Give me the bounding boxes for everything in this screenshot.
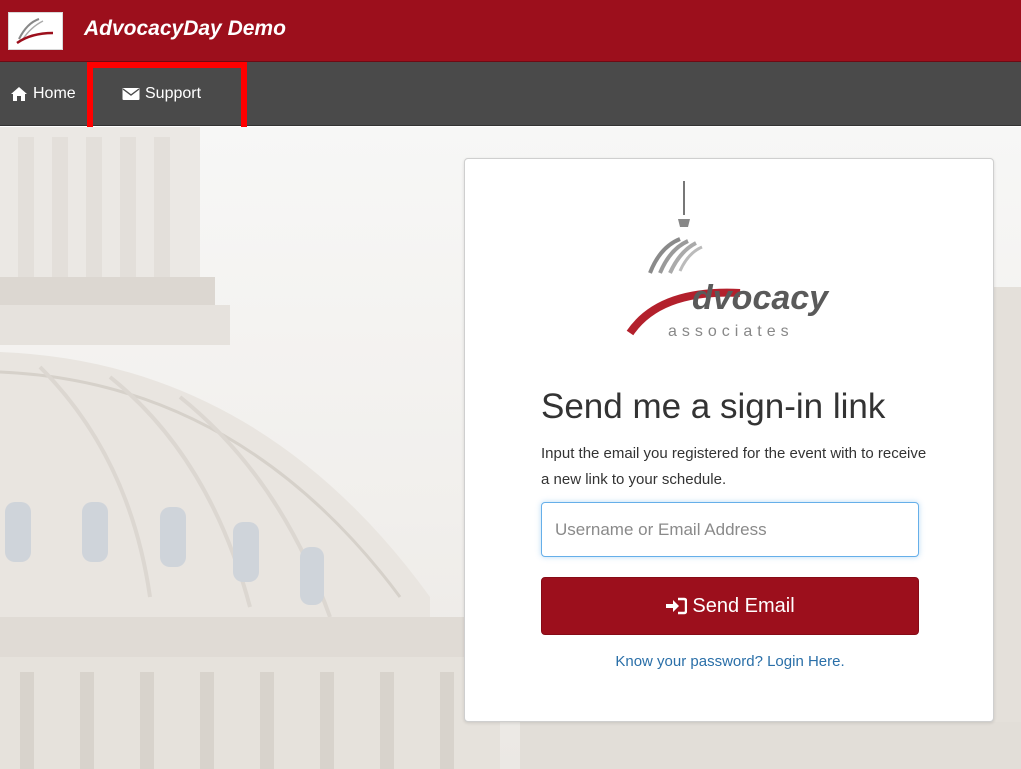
nav-home-label: Home [33, 85, 76, 102]
home-icon [11, 87, 27, 101]
app-title[interactable]: AdvocacyDay Demo [84, 17, 286, 41]
advocacy-associates-logo: dvocacy associates [626, 181, 830, 340]
advocacy-logo-icon [16, 18, 54, 45]
signin-card: dvocacy associates Send me a sign-in lin… [464, 158, 994, 722]
brand-logo[interactable] [8, 12, 63, 50]
sign-in-icon [666, 597, 688, 615]
signin-heading: Send me a sign-in link [541, 387, 886, 426]
svg-text:dvocacy: dvocacy [692, 279, 830, 317]
nav-home-link[interactable]: Home [10, 62, 76, 126]
send-email-button[interactable]: Send Email [541, 577, 919, 635]
send-email-label: Send Email [692, 594, 795, 617]
svg-text:associates: associates [668, 323, 794, 340]
login-link[interactable]: Know your password? Login Here. [541, 653, 919, 670]
top-header: AdvocacyDay Demo [0, 0, 1021, 62]
email-input[interactable] [541, 502, 919, 557]
signin-description: Input the email you registered for the e… [541, 445, 927, 488]
